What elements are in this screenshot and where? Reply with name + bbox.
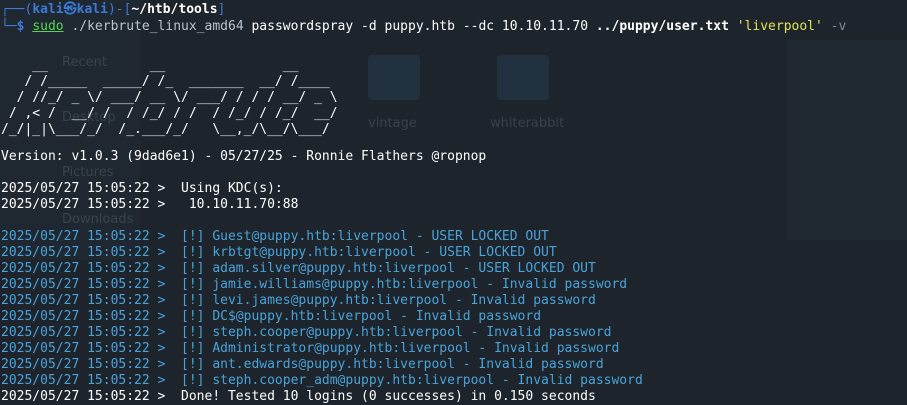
command-executable: ./kerbrute_linux_amd64 <box>71 19 244 34</box>
prompt-frame-top: ┌──( <box>1 2 33 17</box>
terminal-window[interactable]: ┌──(kali㉿kali)-[~/htb/tools] └─$ sudo ./… <box>0 0 907 405</box>
command-userlist-path: ../puppy/user.txt <box>595 19 729 34</box>
prompt-bracket: )-[ <box>107 2 132 17</box>
prompt-line: ┌──(kali㉿kali)-[~/htb/tools] <box>1 2 225 18</box>
prompt-bracket-end: ] <box>217 2 226 17</box>
prompt-frame-bottom: └─ <box>1 19 17 34</box>
result-line: 2025/05/27 15:05:22 > [!] ant.edwards@pu… <box>1 357 604 372</box>
banner-line: / /_____ _____/ /_ _______ __/ /____ <box>1 74 338 89</box>
result-line: 2025/05/27 15:05:22 > [!] steph.cooper_a… <box>1 373 643 388</box>
kdc-line: 2025/05/27 15:05:22 > Using KDC(s): <box>1 181 283 196</box>
prompt-user-host: kali㉿kali <box>32 2 108 17</box>
result-line: 2025/05/27 15:05:22 > [!] Administrator@… <box>1 341 620 356</box>
result-line: 2025/05/27 15:05:22 > [!] Guest@puppy.ht… <box>1 229 549 244</box>
banner-line: / //_/ _ \/ ___/ __ \/ ___/ / / / __/ _ … <box>1 90 338 105</box>
prompt-symbol: $ <box>16 19 25 34</box>
command-sudo: sudo <box>32 19 64 34</box>
command-verbose-flag: -v <box>830 19 847 34</box>
result-line: 2025/05/27 15:05:22 > [!] krbtgt@puppy.h… <box>1 245 557 260</box>
command-arguments: passwordspray -d puppy.htb --dc 10.10.11… <box>251 19 589 34</box>
result-line: 2025/05/27 15:05:22 > [!] steph.cooper@p… <box>1 325 612 340</box>
result-line: 2025/05/27 15:05:22 > [!] adam.silver@pu… <box>1 261 596 276</box>
banner-line: __ __ __ <box>1 58 338 73</box>
version-line: Version: v1.0.3 (9dad6e1) - 05/27/25 - R… <box>1 149 487 164</box>
result-line: 2025/05/27 15:05:22 > [!] DC$@puppy.htb:… <box>1 309 542 324</box>
banner-line: / ,< / __/ / / /_/ / / / /_/ / /_/ __/ <box>1 106 338 121</box>
command-password-arg: 'liverpool' <box>736 19 823 34</box>
command-line[interactable]: └─$ sudo ./kerbrute_linux_amd64 password… <box>1 19 846 35</box>
kdc-line: 2025/05/27 15:05:22 > 10.10.11.70:88 <box>1 197 299 212</box>
summary-line: 2025/05/27 15:05:22 > Done! Tested 10 lo… <box>1 389 596 404</box>
banner-line: /_/|_|\___/_/ /_.___/_/ \__,_/\__/\___/ <box>1 122 338 137</box>
result-line: 2025/05/27 15:05:22 > [!] levi.james@pup… <box>1 293 596 308</box>
result-line: 2025/05/27 15:05:22 > [!] jamie.williams… <box>1 277 628 292</box>
prompt-cwd: ~/htb/tools <box>131 2 218 17</box>
